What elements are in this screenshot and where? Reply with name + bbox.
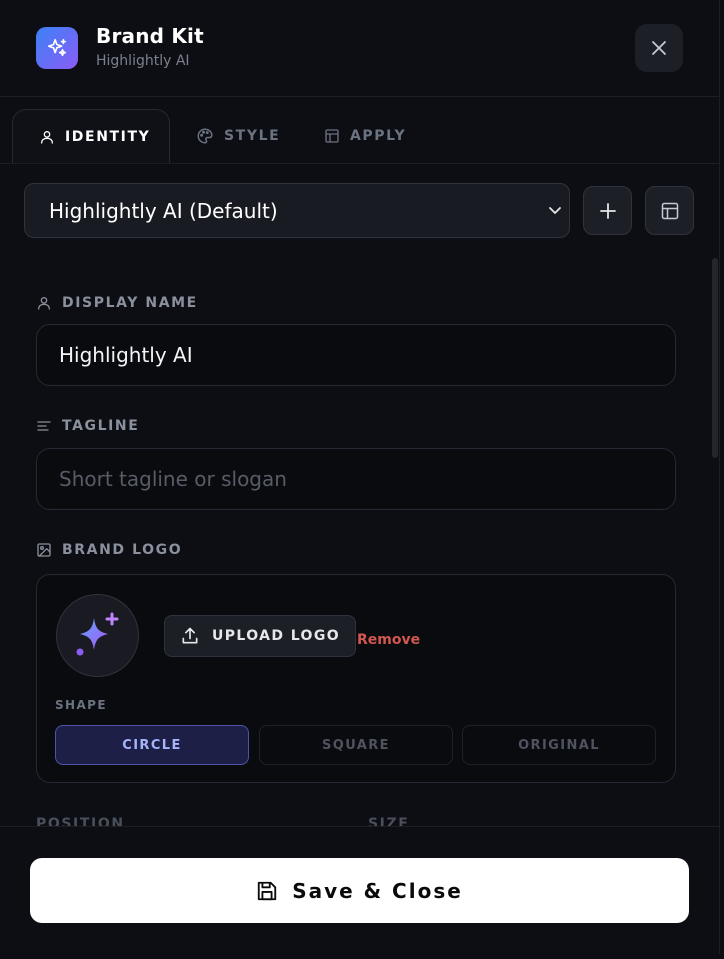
panel-subtitle: Highlightly AI [96,53,190,69]
tab-identity[interactable]: IDENTITY [12,109,170,163]
logo-preview [56,594,139,677]
plus-icon [599,202,616,219]
layout-icon [325,129,339,143]
panel-title: Brand Kit [96,24,204,48]
tagline-placeholder: Short tagline or slogan [59,467,287,491]
add-kit-button[interactable] [583,186,632,235]
panel-footer: Save & Close [0,826,719,954]
brand-kit-select[interactable]: Highlightly AI (Default) [24,183,570,238]
tab-style-label: STYLE [224,128,281,144]
align-left-icon [37,421,51,431]
save-icon [258,881,277,900]
brand-logo-label-text: BRAND LOGO [62,542,183,558]
tab-style[interactable]: STYLE [196,109,280,163]
layout-icon [661,202,678,219]
tagline-label-text: TAGLINE [62,418,140,434]
tagline-input[interactable]: Short tagline or slogan [36,448,676,510]
shape-option-circle[interactable]: CIRCLE [55,725,249,765]
upload-icon [182,627,198,644]
tab-identity-label: IDENTITY [65,128,151,145]
brand-kit-panel: Brand Kit Highlightly AI IDENTITY STYLE [0,0,720,954]
save-close-label: Save & Close [292,878,463,903]
brand-logo-card: UPLOAD LOGO Remove SHAPE CIRCLE SQUARE O… [36,574,676,783]
sparkles-icon [36,27,78,69]
display-name-label: DISPLAY NAME [36,295,198,311]
brand-kit-select-value: Highlightly AI (Default) [49,198,278,223]
palette-icon [197,128,213,144]
display-name-input[interactable]: Highlightly AI [36,324,676,386]
save-close-button[interactable]: Save & Close [30,858,689,923]
sparkle-logo-icon [76,612,118,655]
tagline-label: TAGLINE [36,418,139,434]
chevron-down-icon [549,207,561,214]
panel-header: Brand Kit Highlightly AI [0,0,719,97]
shape-option-square[interactable]: SQUARE [259,725,453,765]
remove-logo-link[interactable]: Remove [357,632,420,648]
display-name-value: Highlightly AI [59,343,193,367]
display-name-label-text: DISPLAY NAME [62,295,198,311]
tab-apply-label: APPLY [350,128,407,144]
close-button[interactable] [635,24,683,72]
user-icon [38,297,50,310]
scrollbar[interactable] [712,258,718,458]
templates-button[interactable] [645,186,694,235]
close-icon [652,41,666,55]
upload-logo-button[interactable]: UPLOAD LOGO [164,615,356,657]
shape-label: SHAPE [55,698,107,712]
brand-logo-label: BRAND LOGO [36,542,182,558]
shape-option-original[interactable]: ORIGINAL [462,725,656,765]
tab-apply[interactable]: APPLY [324,109,406,163]
upload-logo-label: UPLOAD LOGO [211,628,341,644]
tab-bar: IDENTITY STYLE APPLY [0,97,719,164]
user-icon [41,130,53,144]
image-icon [37,543,51,557]
